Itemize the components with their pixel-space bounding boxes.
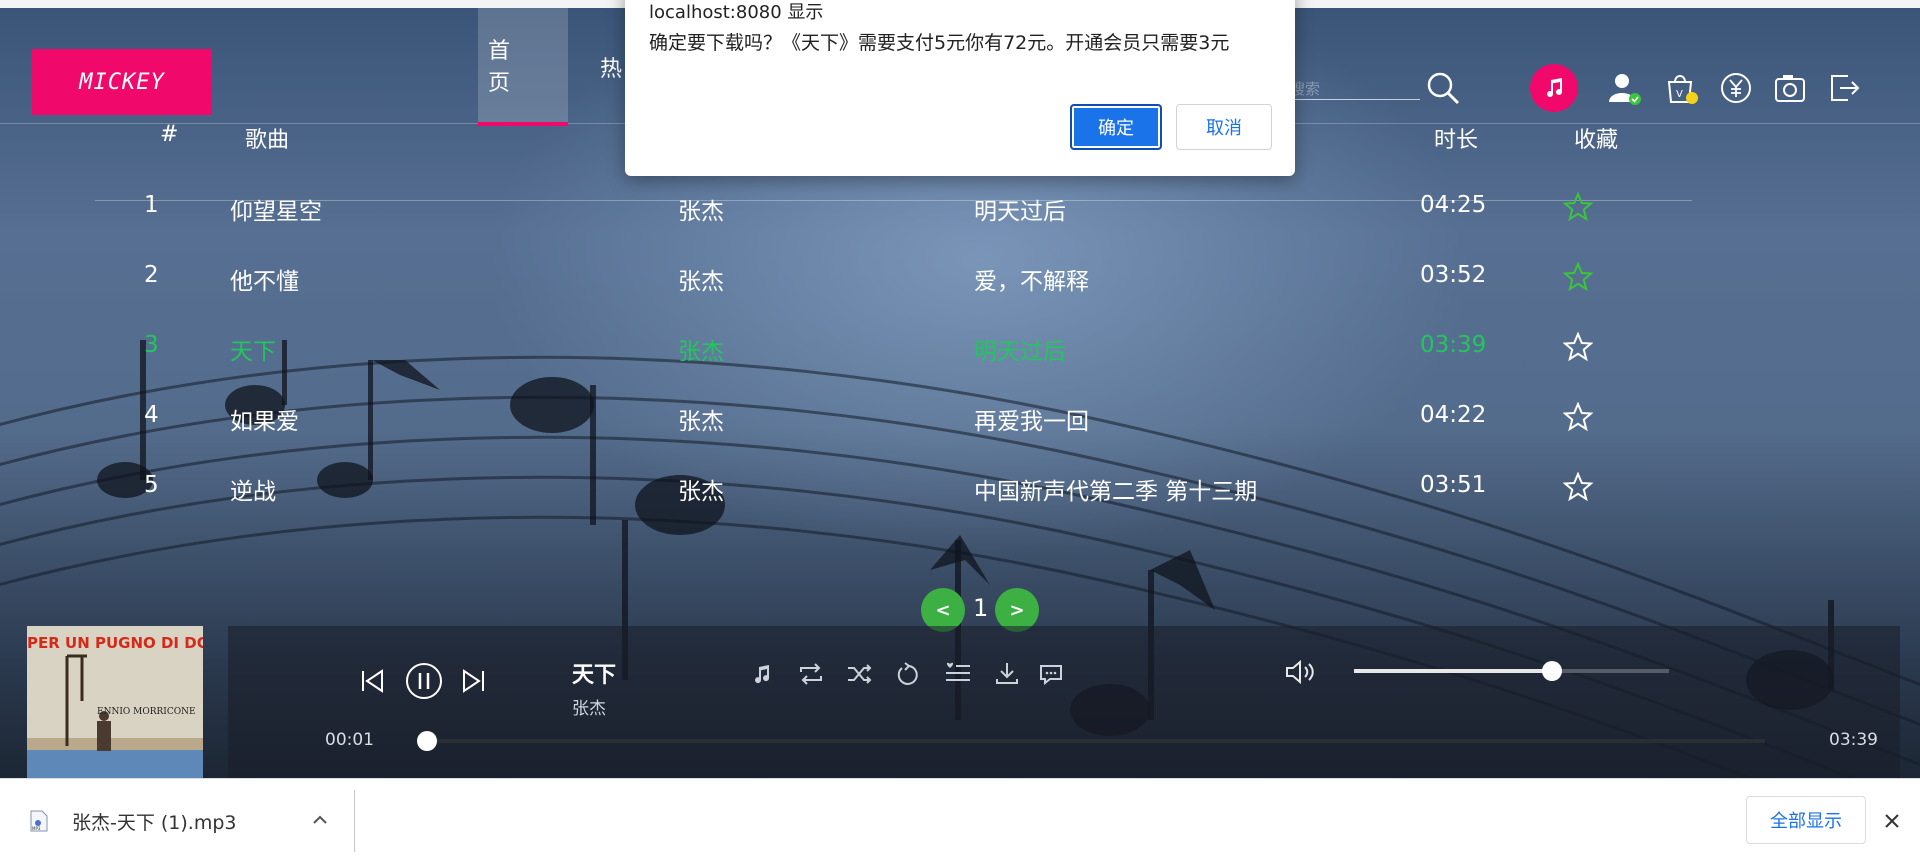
table-row[interactable]: 3 天下 张杰 明天过后 03:39 [0,326,1920,366]
loop-one-icon[interactable] [896,662,922,688]
row-album: 爱，不解释 [974,269,1089,295]
vip-bag-icon[interactable]: V [1664,70,1700,106]
progress-track[interactable] [420,739,1765,743]
show-all-button[interactable]: 全部显示 [1746,796,1866,844]
close-icon[interactable] [1881,810,1903,832]
row-album: 明天过后 [974,199,1066,225]
row-duration: 03:51 [1420,472,1487,498]
favorite-star-icon[interactable] [1563,192,1593,222]
cover-composer: ENNIO MORRICONE [97,707,196,717]
comment-icon[interactable] [1038,662,1064,686]
dialog-title: localhost:8080 显示 [649,2,824,23]
music-note-icon[interactable] [1530,64,1578,112]
cancel-button[interactable]: 取消 [1176,104,1272,150]
user-icon[interactable] [1606,70,1642,106]
volume-fill [1354,669,1553,673]
table-row[interactable]: 5 逆战 张杰 中国新声代第二季 第十三期 03:51 [0,466,1920,506]
row-index: 3 [144,332,159,358]
chevron-up-icon[interactable] [310,810,330,830]
nav-hot[interactable]: 热 [590,8,630,126]
player-bar [228,626,1900,778]
row-duration: 03:39 [1420,332,1487,358]
file-type-label: MP3 [32,826,41,831]
row-song[interactable]: 天下 [230,332,276,366]
favorite-star-icon[interactable] [1563,262,1593,292]
now-playing-artist: 张杰 [572,699,606,719]
row-singer: 张杰 [678,269,724,295]
row-album: 再爱我一回 [974,409,1089,435]
previous-track-icon[interactable] [360,668,386,694]
row-song[interactable]: 仰望星空 [230,192,322,226]
alert-dialog: localhost:8080 显示 确定要下载吗？《天下》需要支付5元你有72元… [625,0,1295,176]
search-underline [1275,99,1420,100]
download-shelf [0,778,1920,858]
row-singer: 张杰 [678,409,724,435]
playlist-icon[interactable] [944,660,972,686]
table-row[interactable]: 2 他不懂 张杰 爱，不解释 03:52 [0,256,1920,296]
camera-icon[interactable] [1772,70,1808,106]
cover-title: PER UN PUGNO DI DOLLA [27,634,203,652]
logout-icon[interactable] [1826,70,1862,106]
lyrics-note-icon[interactable] [750,662,774,686]
svg-text:V: V [1676,89,1683,100]
favorite-star-icon[interactable] [1563,332,1593,362]
progress-handle[interactable] [416,731,437,751]
row-song[interactable]: 如果爱 [230,402,299,436]
row-album: 明天过后 [974,339,1066,365]
yuan-coin-icon[interactable] [1718,70,1754,106]
row-index: 4 [144,402,159,428]
row-duration: 04:22 [1420,402,1487,428]
table-row[interactable]: 1 仰望星空 张杰 明天过后 04:25 [0,186,1920,226]
search-icon[interactable] [1425,70,1461,106]
row-song[interactable]: 逆战 [230,472,276,506]
shelf-divider [354,790,355,852]
row-song[interactable]: 他不懂 [230,262,299,296]
row-duration: 04:25 [1420,192,1487,218]
repeat-icon[interactable] [797,662,825,686]
col-favorite: 收藏 [1574,128,1619,153]
row-index: 5 [144,472,159,498]
confirm-button[interactable]: 确定 [1070,104,1162,150]
volume-icon[interactable] [1284,658,1316,686]
col-index: # [160,122,179,147]
total-time: 03:39 [1829,730,1878,750]
page-number[interactable]: 1 [973,594,988,622]
row-index: 2 [144,262,159,288]
row-singer: 张杰 [678,199,724,225]
mp3-file-icon: MP3 [30,810,48,832]
album-cover[interactable]: PER UN PUGNO DI DOLLA ENNIO MORRICONE [27,626,203,778]
nav-home[interactable]: 首 页 [478,8,568,126]
table-row[interactable]: 4 如果爱 张杰 再爱我一回 04:22 [0,396,1920,436]
col-duration: 时长 [1434,128,1479,153]
current-time: 00:01 [325,730,374,750]
favorite-star-icon[interactable] [1563,472,1593,502]
now-playing-title: 天下 [572,663,617,688]
pause-icon[interactable] [405,662,443,700]
shuffle-icon[interactable] [846,662,874,686]
logo[interactable]: MICKEY [32,49,212,115]
row-singer: 张杰 [678,479,724,505]
row-duration: 03:52 [1420,262,1487,288]
row-album: 中国新声代第二季 第十三期 [974,479,1258,505]
download-icon[interactable] [994,660,1020,686]
download-file-name[interactable]: 张杰-天下 (1).mp3 [72,808,237,835]
row-index: 1 [144,192,159,218]
favorite-star-icon[interactable] [1563,402,1593,432]
row-singer: 张杰 [678,339,724,365]
col-song: 歌曲 [245,128,290,153]
dialog-message: 确定要下载吗？《天下》需要支付5元你有72元。开通会员只需要3元 [649,32,1230,54]
next-track-icon[interactable] [460,668,486,694]
